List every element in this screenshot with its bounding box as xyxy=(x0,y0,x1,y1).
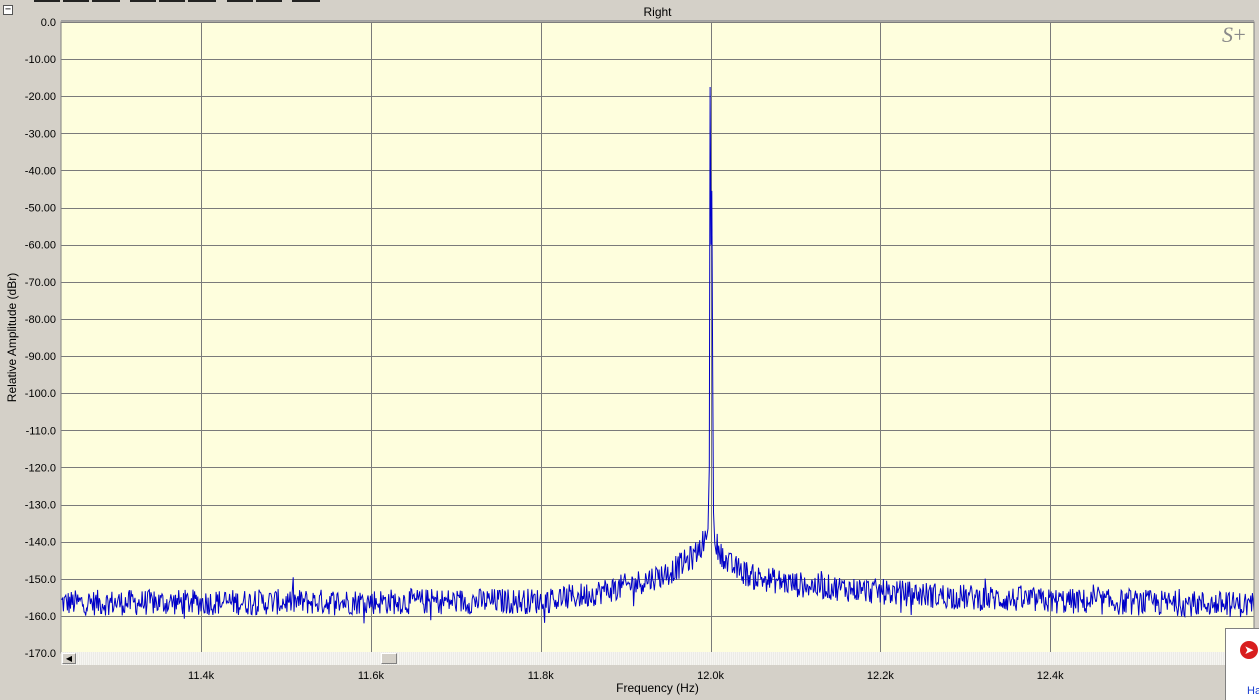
y-tick-label: -140.0 xyxy=(25,537,56,549)
arrow-right-icon[interactable]: ➤ xyxy=(1240,641,1258,659)
y-tick-label: -30.00 xyxy=(25,128,56,140)
y-tick-label: -160.0 xyxy=(25,611,56,623)
x-tick-label: 12.4k xyxy=(1037,670,1064,682)
y-tick-label: -90.00 xyxy=(25,351,56,363)
y-tick-label: -80.00 xyxy=(25,314,56,326)
x-tick-label: 12.0k xyxy=(697,670,724,682)
x-tick-label: 11.6k xyxy=(358,670,385,682)
y-tick-label: -170.0 xyxy=(25,648,56,660)
y-tick-label: -120.0 xyxy=(25,462,56,474)
corner-panel[interactable]: ➤ Ha xyxy=(1225,628,1259,700)
scroll-left-arrow-icon[interactable]: ◀ xyxy=(62,653,76,664)
y-tick-labels: 0.0 -10.00 -20.00 -30.00 -40.00 -50.00 -60.00 -… xyxy=(25,17,56,660)
y-tick-label: -130.0 xyxy=(25,500,56,512)
corner-link-text[interactable]: Ha xyxy=(1247,685,1259,697)
scroll-thumb[interactable] xyxy=(381,653,397,664)
y-tick-label: -150.0 xyxy=(25,574,56,586)
y-tick-label: -100.0 xyxy=(25,388,56,400)
y-axis-title: Relative Amplitude (dBr) xyxy=(5,273,19,402)
y-tick-label: -60.00 xyxy=(25,240,56,252)
spectrum-chart: 0.0 -10.00 -20.00 -30.00 -40.00 -50.00 -60.00 -… xyxy=(5,17,1255,695)
x-tick-label: 11.4k xyxy=(188,670,215,682)
x-tick-label: 12.2k xyxy=(867,670,894,682)
x-axis-title: Frequency (Hz) xyxy=(616,681,699,695)
y-tick-label: -110.0 xyxy=(26,425,56,437)
watermark-logo: S+ xyxy=(1222,22,1247,47)
y-tick-label: -70.00 xyxy=(25,277,56,289)
x-tick-label: 11.8k xyxy=(528,670,555,682)
y-tick-label: 0.0 xyxy=(41,17,56,29)
y-tick-label: -20.00 xyxy=(25,91,56,103)
y-tick-label: -40.00 xyxy=(25,165,56,177)
y-tick-label: -50.00 xyxy=(25,203,56,215)
y-tick-label: -10.00 xyxy=(25,54,56,66)
plot-area xyxy=(61,22,1254,653)
horizontal-scrollbar[interactable]: ◀ xyxy=(61,652,1254,665)
